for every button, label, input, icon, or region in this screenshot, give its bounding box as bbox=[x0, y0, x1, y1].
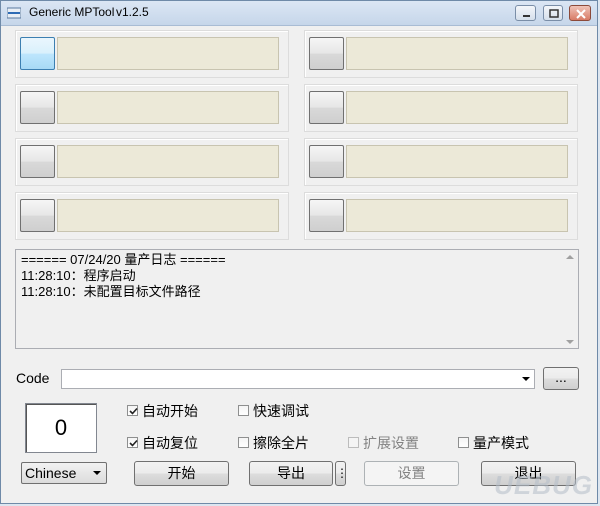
mp-mode-label: 量产模式 bbox=[473, 435, 529, 451]
port-panel-5 bbox=[15, 138, 289, 186]
port-status-2 bbox=[346, 37, 568, 70]
main-window: Generic MPTool v1.2.5 ====== 07/24/20 量产… bbox=[0, 0, 598, 504]
checkbox-box[interactable] bbox=[238, 405, 249, 416]
log-textarea[interactable]: ====== 07/24/20 量产日志 ====== 11:28:10：程序启… bbox=[15, 249, 579, 349]
log-line: 11:28:10：程序启动 bbox=[21, 268, 136, 283]
checkbox-box[interactable] bbox=[458, 437, 469, 448]
counter-display: 0 bbox=[25, 403, 97, 453]
app-icon bbox=[7, 7, 21, 19]
start-button[interactable]: 开始 bbox=[134, 461, 229, 486]
ext-settings-label: 扩展设置 bbox=[363, 435, 419, 451]
fast-debug-label: 快速调试 bbox=[253, 403, 309, 419]
chevron-down-icon[interactable] bbox=[522, 377, 530, 381]
port-button-1[interactable] bbox=[20, 37, 55, 70]
port-button-3[interactable] bbox=[20, 91, 55, 124]
port-button-8[interactable] bbox=[309, 199, 344, 232]
erase-full-label: 擦除全片 bbox=[253, 435, 309, 451]
log-scrollbar[interactable] bbox=[563, 250, 578, 348]
port-panel-7 bbox=[15, 192, 289, 240]
export-button[interactable]: 导出 bbox=[249, 461, 333, 486]
code-label: Code bbox=[16, 370, 50, 386]
port-panel-4 bbox=[304, 84, 578, 132]
checkbox-box[interactable] bbox=[348, 437, 359, 448]
port-panel-6 bbox=[304, 138, 578, 186]
port-button-7[interactable] bbox=[20, 199, 55, 232]
port-panel-2 bbox=[304, 30, 578, 78]
maximize-icon bbox=[549, 9, 559, 18]
language-select[interactable]: Chinese bbox=[21, 462, 107, 484]
port-status-1 bbox=[57, 37, 279, 70]
checkbox-box[interactable] bbox=[238, 437, 249, 448]
export-menu-button[interactable]: ⋮ bbox=[335, 461, 348, 486]
port-status-3 bbox=[57, 91, 279, 124]
checkbox-box[interactable] bbox=[127, 437, 138, 448]
auto-start-label: 自动开始 bbox=[142, 403, 198, 419]
port-panel-1 bbox=[15, 30, 289, 78]
language-value: Chinese bbox=[25, 465, 77, 481]
window-version: v1.2.5 bbox=[116, 5, 149, 19]
settings-button[interactable]: 设置 bbox=[364, 461, 459, 486]
checkbox-box[interactable] bbox=[127, 405, 138, 416]
minimize-icon bbox=[523, 15, 530, 17]
window-title: Generic MPTool bbox=[29, 5, 115, 19]
port-status-7 bbox=[57, 199, 279, 232]
port-panel-3 bbox=[15, 84, 289, 132]
port-status-4 bbox=[346, 91, 568, 124]
check-icon bbox=[129, 439, 138, 447]
port-status-5 bbox=[57, 145, 279, 178]
code-combobox[interactable] bbox=[61, 369, 535, 389]
check-icon bbox=[129, 407, 138, 415]
scroll-up-icon[interactable] bbox=[566, 255, 574, 259]
browse-button[interactable]: ... bbox=[543, 367, 579, 390]
port-button-2[interactable] bbox=[309, 37, 344, 70]
log-line: 11:28:10：未配置目标文件路径 bbox=[21, 284, 201, 299]
port-button-4[interactable] bbox=[309, 91, 344, 124]
log-line: ====== 07/24/20 量产日志 ====== bbox=[21, 252, 226, 267]
scroll-down-icon[interactable] bbox=[566, 340, 574, 344]
watermark-logo: UEBUG bbox=[494, 470, 593, 500]
minimize-button[interactable] bbox=[515, 5, 536, 21]
close-button[interactable] bbox=[569, 5, 591, 21]
title-bar[interactable]: Generic MPTool v1.2.5 bbox=[1, 1, 597, 26]
maximize-button[interactable] bbox=[543, 5, 563, 21]
port-button-5[interactable] bbox=[20, 145, 55, 178]
chevron-down-icon bbox=[93, 471, 101, 475]
port-panel-8 bbox=[304, 192, 578, 240]
port-status-6 bbox=[346, 145, 568, 178]
port-button-6[interactable] bbox=[309, 145, 344, 178]
port-status-8 bbox=[346, 199, 568, 232]
auto-reset-label: 自动复位 bbox=[142, 435, 198, 451]
close-icon bbox=[576, 9, 586, 19]
